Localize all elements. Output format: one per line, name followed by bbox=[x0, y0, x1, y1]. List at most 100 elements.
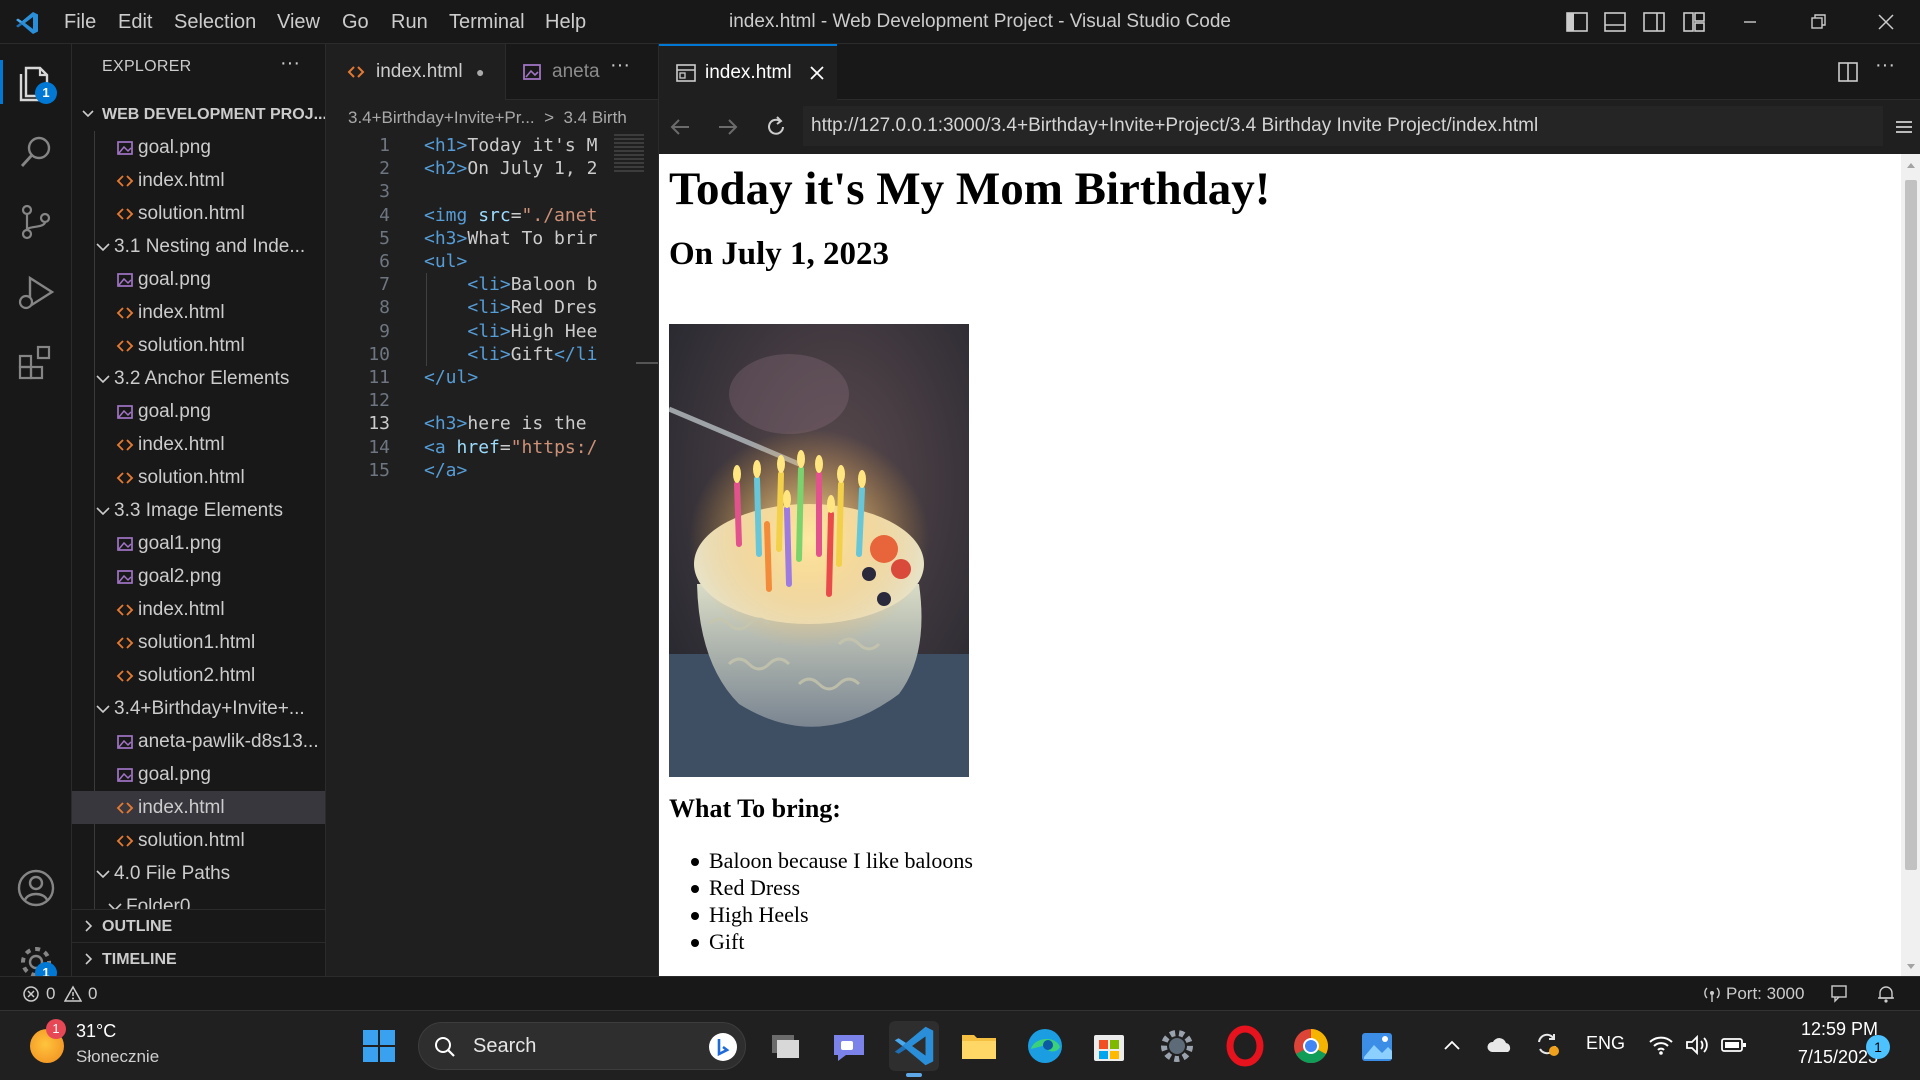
menu-help[interactable]: Help bbox=[545, 0, 586, 44]
edge-browser-icon[interactable] bbox=[1020, 1021, 1070, 1071]
tree-file[interactable]: goal.png bbox=[72, 758, 325, 791]
code-line[interactable]: 6 <ul> bbox=[326, 250, 658, 273]
toggle-panel-icon[interactable] bbox=[1604, 12, 1626, 32]
taskbar-search-box[interactable]: Search bbox=[418, 1022, 746, 1070]
tree-file[interactable]: solution.html bbox=[72, 461, 325, 494]
browser-menu-icon[interactable] bbox=[1893, 116, 1915, 138]
tree-file[interactable]: solution2.html bbox=[72, 659, 325, 692]
tree-file[interactable]: solution1.html bbox=[72, 626, 325, 659]
feedback-icon[interactable] bbox=[1830, 984, 1850, 1004]
code-line[interactable]: 3 bbox=[326, 180, 658, 203]
clock-time[interactable]: 12:59 PM bbox=[1770, 1019, 1878, 1040]
sync-update-icon[interactable] bbox=[1534, 1031, 1560, 1057]
forward-arrow-icon[interactable] bbox=[715, 114, 741, 140]
tree-folder[interactable]: 3.1 Nesting and Inde... bbox=[72, 230, 325, 263]
volume-icon[interactable] bbox=[1684, 1033, 1710, 1057]
code-line[interactable]: 7 <li>Baloon b bbox=[326, 273, 658, 296]
tree-file[interactable]: goal.png bbox=[72, 263, 325, 296]
code-line[interactable]: 9 <li>High Hee bbox=[326, 320, 658, 343]
reload-icon[interactable] bbox=[763, 114, 789, 140]
accounts-icon[interactable] bbox=[14, 866, 58, 910]
onedrive-cloud-icon[interactable] bbox=[1486, 1035, 1514, 1055]
unsaved-dot-icon[interactable]: ● bbox=[476, 44, 484, 100]
toggle-primary-sidebar-icon[interactable] bbox=[1566, 12, 1588, 32]
source-control-icon[interactable] bbox=[14, 200, 58, 244]
warning-icon[interactable] bbox=[64, 985, 82, 1003]
scroll-thumb[interactable] bbox=[1905, 180, 1917, 870]
sash-divider[interactable] bbox=[636, 362, 658, 364]
extensions-icon[interactable] bbox=[14, 340, 58, 384]
error-count[interactable]: 0 bbox=[46, 977, 55, 1011]
menu-edit[interactable]: Edit bbox=[118, 0, 152, 44]
tree-folder[interactable]: 3.3 Image Elements bbox=[72, 494, 325, 527]
code-line[interactable]: 1 <h1>Today it's M bbox=[326, 134, 658, 157]
clock-date[interactable]: 7/15/2023 bbox=[1770, 1047, 1878, 1068]
tab-preview[interactable]: index.html bbox=[659, 44, 837, 100]
task-view-icon[interactable] bbox=[760, 1021, 810, 1071]
wifi-icon[interactable] bbox=[1648, 1033, 1674, 1057]
back-arrow-icon[interactable] bbox=[667, 114, 693, 140]
tab-aneta-image[interactable]: aneta bbox=[506, 44, 606, 100]
tree-file[interactable]: goal.png bbox=[72, 395, 325, 428]
tree-file[interactable]: solution.html bbox=[72, 197, 325, 230]
tree-file[interactable]: index.html bbox=[72, 428, 325, 461]
port-indicator[interactable]: Port: 3000 bbox=[1726, 977, 1804, 1011]
teams-chat-icon[interactable] bbox=[824, 1021, 874, 1071]
toggle-secondary-sidebar-icon[interactable] bbox=[1643, 12, 1665, 32]
chevron-up-icon[interactable] bbox=[1442, 1037, 1462, 1053]
battery-icon[interactable] bbox=[1720, 1035, 1748, 1055]
close-tab-icon[interactable] bbox=[807, 63, 827, 83]
notification-count-badge[interactable]: 1 bbox=[1866, 1035, 1890, 1059]
page-scrollbar[interactable] bbox=[1901, 154, 1920, 976]
windows-start-icon[interactable] bbox=[354, 1021, 404, 1071]
settings-app-icon[interactable] bbox=[1152, 1021, 1202, 1071]
menu-run[interactable]: Run bbox=[391, 0, 428, 44]
tree-folder[interactable]: 3.4+Birthday+Invite+... bbox=[72, 692, 325, 725]
code-line[interactable]: 11 </ul> bbox=[326, 366, 658, 389]
language-indicator[interactable]: ENG bbox=[1586, 1033, 1625, 1054]
weather-condition[interactable]: Słonecznie bbox=[76, 1047, 159, 1067]
explorer-more-button[interactable]: ··· bbox=[280, 52, 300, 75]
breadcrumb[interactable]: 3.4+Birthday+Invite+Pr... > 3.4 Birth bbox=[348, 102, 627, 134]
chrome-browser-icon[interactable] bbox=[1286, 1021, 1336, 1071]
notifications-bell-icon[interactable] bbox=[1876, 984, 1896, 1004]
vscode-taskbar-icon[interactable] bbox=[889, 1021, 939, 1071]
code-line[interactable]: 5 <h3>What To brir bbox=[326, 227, 658, 250]
restore-icon[interactable] bbox=[1806, 10, 1830, 34]
code-area[interactable]: 1 <h1>Today it's M 2 <h2>On July 1, 2 3 4 <img… bbox=[326, 134, 658, 734]
tab-index-html[interactable]: index.html ● bbox=[326, 44, 506, 100]
customize-layout-icon[interactable] bbox=[1683, 12, 1705, 32]
split-editor-icon[interactable] bbox=[1837, 61, 1859, 83]
warning-count[interactable]: 0 bbox=[88, 977, 97, 1011]
minimize-icon[interactable] bbox=[1738, 10, 1762, 34]
code-line[interactable]: 15 </a> bbox=[326, 459, 658, 482]
code-line[interactable]: 10 <li>Gift</li bbox=[326, 343, 658, 366]
tree-file[interactable]: index.html bbox=[72, 296, 325, 329]
scroll-up-icon[interactable] bbox=[1905, 160, 1917, 170]
close-window-icon[interactable] bbox=[1874, 10, 1898, 34]
error-icon[interactable] bbox=[22, 985, 40, 1003]
minimap[interactable] bbox=[614, 134, 644, 174]
menu-view[interactable]: View bbox=[277, 0, 320, 44]
tree-file[interactable]: goal.png bbox=[72, 131, 325, 164]
file-explorer-icon[interactable] bbox=[954, 1021, 1004, 1071]
code-line[interactable]: 12 bbox=[326, 389, 658, 412]
tree-file[interactable]: solution.html bbox=[72, 824, 325, 857]
microsoft-store-icon[interactable] bbox=[1084, 1021, 1134, 1071]
tree-file[interactable]: index.html bbox=[72, 164, 325, 197]
timeline-section[interactable]: TIMELINE bbox=[72, 942, 325, 975]
scroll-down-icon[interactable] bbox=[1905, 962, 1917, 972]
search-icon[interactable] bbox=[14, 130, 58, 174]
menu-terminal[interactable]: Terminal bbox=[449, 0, 525, 44]
menu-file[interactable]: File bbox=[64, 0, 96, 44]
tree-file[interactable]: goal1.png bbox=[72, 527, 325, 560]
tree-folder[interactable]: 4.0 File Paths bbox=[72, 857, 325, 890]
url-input[interactable]: http://127.0.0.1:3000/3.4+Birthday+Invit… bbox=[803, 106, 1883, 146]
menu-selection[interactable]: Selection bbox=[174, 0, 256, 44]
tree-file[interactable]: index.html bbox=[72, 791, 325, 824]
code-line[interactable]: 14 <a href="https:/ bbox=[326, 436, 658, 459]
code-line[interactable]: 8 <li>Red Dres bbox=[326, 296, 658, 319]
code-line[interactable]: 4 <img src="./anet bbox=[326, 204, 658, 227]
code-line[interactable]: 13 <h3>here is the bbox=[326, 412, 658, 435]
project-folder-header[interactable]: WEB DEVELOPMENT PROJ... bbox=[72, 98, 325, 131]
